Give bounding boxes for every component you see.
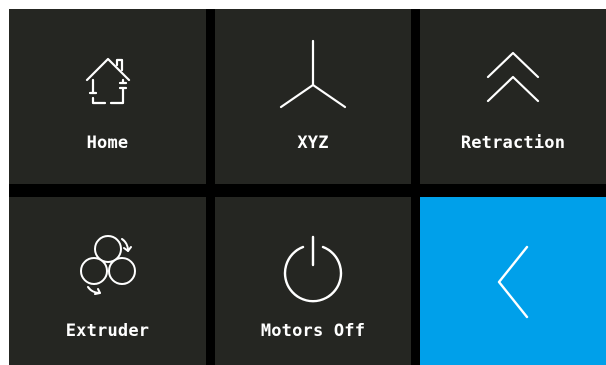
power-icon — [283, 235, 343, 303]
home-icon — [85, 57, 130, 105]
extruder-label: Extruder — [65, 321, 150, 341]
xyz-label: XYZ — [297, 133, 329, 153]
xyz-axes-icon — [279, 39, 347, 109]
motors-off-label: Motors Off — [260, 321, 366, 341]
motors-off-button[interactable]: Motors Off — [215, 197, 411, 365]
home-button[interactable]: Home — [9, 9, 206, 184]
retraction-button[interactable]: Retraction — [420, 9, 606, 184]
extruder-button[interactable]: Extruder — [9, 197, 206, 365]
home-label: Home — [86, 133, 129, 153]
back-chevron-icon — [497, 245, 529, 319]
back-button[interactable] — [420, 197, 606, 365]
xyz-button[interactable]: XYZ — [215, 9, 411, 184]
extruder-gears-icon — [79, 235, 136, 295]
retraction-label: Retraction — [460, 133, 566, 153]
double-chevron-up-icon — [486, 51, 540, 103]
menu-screen: Home XYZ Retraction Extruder Motors Off — [9, 9, 606, 365]
